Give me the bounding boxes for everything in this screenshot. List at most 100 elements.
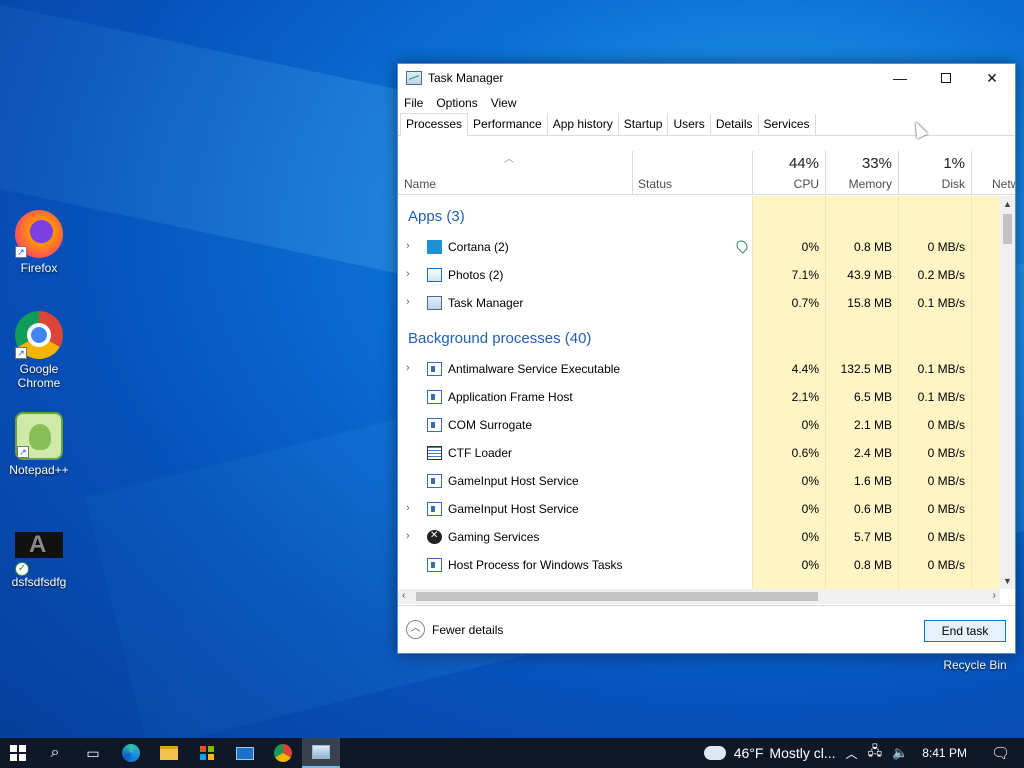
column-header-status[interactable]: Status xyxy=(632,151,752,195)
expand-chevron-icon[interactable]: › xyxy=(406,502,410,514)
memory-value: 0.8 MB xyxy=(853,558,892,572)
tab-processes[interactable]: Processes xyxy=(400,113,469,136)
process-name: GameInput Host Service xyxy=(448,474,579,488)
task-view-button[interactable]: ▭ xyxy=(74,738,112,768)
footer-bar: ︿ Fewer details End task xyxy=(398,605,1015,653)
clock[interactable]: 8:41 PM xyxy=(922,746,967,760)
process-row[interactable]: › Cortana (2) 0% 0.8 MB 0 MB/s xyxy=(398,233,1000,261)
process-row[interactable]: › Task Manager 0.7% 15.8 MB 0.1 MB/s xyxy=(398,289,1000,317)
column-header-memory[interactable]: 33% Memory xyxy=(825,151,898,195)
scroll-down-icon[interactable]: ▼ xyxy=(1003,576,1012,586)
shortcut-arrow-icon: ↗ xyxy=(17,446,29,458)
maximize-button[interactable] xyxy=(923,64,969,92)
expand-chevron-icon[interactable]: › xyxy=(406,530,410,542)
process-row[interactable]: › GameInput Host Service 0% 0.6 MB 0 MB/s xyxy=(398,495,1000,523)
checkmark-icon: ✓ xyxy=(15,562,29,576)
disk-value: 0.1 MB/s xyxy=(917,390,965,404)
process-row[interactable]: COM Surrogate 0% 2.1 MB 0 MB/s xyxy=(398,411,1000,439)
group-header-background: Background processes (40) xyxy=(408,330,592,347)
memory-value: 132.5 MB xyxy=(840,362,892,376)
shortcut-arrow-icon: ↗ xyxy=(15,347,27,359)
taskbar-task-manager[interactable] xyxy=(302,738,340,768)
menu-options[interactable]: Options xyxy=(436,96,477,110)
tab-performance[interactable]: Performance xyxy=(468,114,548,135)
process-row[interactable]: › Photos (2) 7.1% 43.9 MB 0.2 MB/s xyxy=(398,261,1000,289)
column-header-network[interactable]: Netw xyxy=(971,151,1015,195)
memory-value: 1.6 MB xyxy=(853,474,892,488)
process-row[interactable]: Application Frame Host 2.1% 6.5 MB 0.1 MB/s xyxy=(398,383,1000,411)
desktop-icon-chrome[interactable]: ↗ Google Chrome xyxy=(1,311,77,390)
task-manager-icon xyxy=(427,296,442,310)
cpu-value: 0% xyxy=(801,530,819,544)
disk-value: 0 MB/s xyxy=(927,558,965,572)
process-row[interactable]: GameInput Host Service 0% 1.6 MB 0 MB/s xyxy=(398,467,1000,495)
desktop-icon-firefox[interactable]: ↗ Firefox xyxy=(1,210,77,275)
tab-startup[interactable]: Startup xyxy=(619,114,669,135)
notification-icon[interactable]: 🗨 xyxy=(991,744,1010,762)
cpu-value: 0% xyxy=(801,558,819,572)
windows-logo-icon xyxy=(10,745,26,761)
column-header-cpu[interactable]: 44% CPU xyxy=(752,151,825,195)
desktop-icon-recycle-bin[interactable]: Recycle Bin xyxy=(940,658,1010,672)
process-row[interactable]: › Gaming Services 0% 5.7 MB 0 MB/s xyxy=(398,523,1000,551)
taskbar-edge[interactable] xyxy=(112,738,150,768)
start-button[interactable] xyxy=(0,738,36,768)
end-task-button[interactable]: End task xyxy=(924,620,1006,642)
service-icon xyxy=(427,390,442,404)
process-name: Cortana (2) xyxy=(448,240,509,254)
menu-file[interactable]: File xyxy=(404,96,423,110)
fewer-details-button[interactable]: ︿ Fewer details xyxy=(406,620,503,639)
scroll-left-icon[interactable]: ‹ xyxy=(402,590,405,601)
expand-chevron-icon[interactable]: › xyxy=(406,362,410,374)
taskbar: ⌕ ▭ 46°F Mostly cl... ︿ 🖧 🔈 8:41 PM 🗨 xyxy=(0,738,1024,768)
scroll-up-icon[interactable]: ▲ xyxy=(1003,199,1012,209)
weather-icon[interactable] xyxy=(700,740,726,760)
taskbar-store[interactable] xyxy=(188,738,226,768)
process-row[interactable]: Host Process for Windows Tasks 0% 0.8 MB 0 … xyxy=(398,551,1000,579)
tab-details[interactable]: Details xyxy=(711,114,759,135)
memory-value: 6.5 MB xyxy=(853,390,892,404)
cortana-icon xyxy=(427,240,442,254)
process-row[interactable]: › Antimalware Service Executable 4.4% 132.5… xyxy=(398,355,1000,383)
weather-text[interactable]: Mostly cl... xyxy=(769,745,835,761)
xbox-icon xyxy=(427,530,442,544)
tab-users[interactable]: Users xyxy=(668,114,711,135)
vertical-scrollbar[interactable]: ▲ ▼ xyxy=(1000,196,1015,589)
weather-temp[interactable]: 46°F xyxy=(734,745,764,761)
desktop-icon-notepad-plus-plus[interactable]: ↗ Notepad++ xyxy=(1,412,77,477)
taskbar-file-explorer[interactable] xyxy=(150,738,188,768)
expand-chevron-icon[interactable]: › xyxy=(406,240,410,252)
task-manager-icon xyxy=(312,745,330,759)
taskbar-mail[interactable] xyxy=(226,738,264,768)
title-bar[interactable]: Task Manager — ✕ xyxy=(398,64,1015,92)
disk-value: 0 MB/s xyxy=(927,474,965,488)
desktop-icon-dsfsdfsdfg[interactable]: ✓ dsfsdfsdfg xyxy=(1,520,77,589)
system-tray: 46°F Mostly cl... ︿ 🖧 🔈 8:41 PM 🗨 xyxy=(700,738,1024,768)
cpu-value: 2.1% xyxy=(791,390,819,404)
column-header-name[interactable]: ︿ Name xyxy=(398,151,632,195)
horizontal-scrollbar[interactable]: ‹ › xyxy=(398,589,1000,604)
volume-icon[interactable]: 🔈 xyxy=(892,745,908,761)
scroll-right-icon[interactable]: › xyxy=(993,590,996,601)
search-button[interactable]: ⌕ xyxy=(36,738,74,768)
task-view-icon: ▭ xyxy=(86,744,100,761)
disk-value: 0.1 MB/s xyxy=(917,296,965,310)
scroll-thumb[interactable] xyxy=(1003,214,1012,244)
column-header-disk[interactable]: 1% Disk xyxy=(898,151,971,195)
close-button[interactable]: ✕ xyxy=(969,64,1015,92)
expand-chevron-icon[interactable]: › xyxy=(406,296,410,308)
taskbar-chrome[interactable] xyxy=(264,738,302,768)
process-row[interactable]: CTF Loader 0.6% 2.4 MB 0 MB/s xyxy=(398,439,1000,467)
tab-app-history[interactable]: App history xyxy=(548,114,619,135)
menu-view[interactable]: View xyxy=(491,96,517,110)
tab-services[interactable]: Services xyxy=(759,114,816,135)
process-name: CTF Loader xyxy=(448,446,513,460)
expand-chevron-icon[interactable]: › xyxy=(406,268,410,280)
minimize-button[interactable]: — xyxy=(877,64,923,92)
shortcut-arrow-icon: ↗ xyxy=(15,246,27,258)
scroll-thumb[interactable] xyxy=(416,592,818,601)
network-icon[interactable]: 🖧 xyxy=(868,742,883,764)
chevron-up-icon[interactable]: ︿ xyxy=(846,745,858,762)
cpu-value: 4.4% xyxy=(791,362,819,376)
suspended-leaf-icon xyxy=(734,238,750,254)
